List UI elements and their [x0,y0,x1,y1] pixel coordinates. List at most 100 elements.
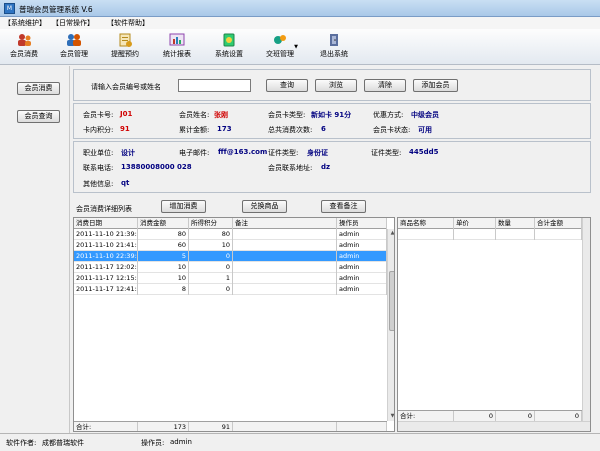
email-value: fff@163.com [218,148,268,156]
main-area: 请输入会员编号或姓名 查询 浏览 清除 添加会员 会员卡号: J01 会员姓名:… [70,66,592,433]
view-remark-button[interactable]: 查看备注 [321,200,366,213]
table-row[interactable]: 2011-11-17 12:02:35100 admin [74,262,387,273]
other-info-value: qt [121,179,130,187]
status-bar: 软件作者: 成都普瑞软件 操作员: admin [0,433,600,451]
table-cell [233,251,337,262]
chevron-down-icon: ▼ [294,44,298,50]
phone-value: 13880008000 028 [121,163,192,171]
toolbar: 会员消费 会员管理 提醒预约 统计报表 系统设置 交班管理 ▼ 退出系统 [0,29,600,65]
member-detail-panel: 职业单位: 设计 电子邮件: fff@163.com 证件类型: 身份证 证件类… [73,141,591,193]
menu-bar: 【系统维护】 【日常操作】 【软件帮助】 [0,17,600,29]
table-cell: 0 [189,284,233,295]
table-cell: admin [337,284,387,295]
operator-label: 操作员: [141,439,165,447]
table-cell: 2011-11-17 12:41:52 [76,284,138,295]
id-no-value: 445dd5 [409,148,439,156]
total-amount-sum: 173 [138,422,189,431]
consume-grid-footer: 合计: 173 91 [74,421,387,431]
toolbar-reminder-button[interactable]: 提醒预约 [101,32,149,64]
menu-daily[interactable]: 【日常操作】 [52,18,94,28]
sidebar: 会员消费 会员查询 [0,66,70,433]
table-cell: admin [337,273,387,284]
member-manage-icon [66,33,82,47]
search-panel: 请输入会员编号或姓名 查询 浏览 清除 添加会员 [73,69,591,101]
menu-help[interactable]: 【软件帮助】 [107,18,149,28]
card-type-value: 新如卡 91分 [311,111,352,119]
toolbar-settings-button[interactable]: 系统设置 [205,32,253,64]
exchange-goods-button[interactable]: 兑换商品 [242,200,287,213]
table-cell [233,284,337,295]
table-cell: 2011-11-10 21:41:36 [76,240,138,251]
consume-list-title: 会员消费详细列表 [76,205,132,213]
card-no-value: J01 [120,110,133,118]
toolbar-member-manage-button[interactable]: 会员管理 [50,32,98,64]
menu-system[interactable]: 【系统维护】 [4,18,46,28]
table-cell: 10 [189,240,233,251]
add-member-button[interactable]: 添加会员 [413,79,458,92]
consume-grid-scrollbar[interactable]: ▲ ▼ [387,229,394,421]
scroll-up-icon[interactable]: ▲ [388,229,394,238]
table-cell: admin [337,262,387,273]
sidebar-member-query-button[interactable]: 会员查询 [17,110,60,123]
table-cell: 8 [138,284,189,295]
author-value: 成都普瑞软件 [42,439,84,447]
address-value: dz [321,163,331,171]
table-cell [233,240,337,251]
report-icon [169,33,185,47]
add-consume-button[interactable]: 增加消费 [161,200,206,213]
table-cell: admin [337,240,387,251]
toolbar-member-consume-button[interactable]: 会员消费 [0,32,48,64]
goods-grid-scrollbar[interactable] [582,218,590,421]
table-cell: 2011-11-17 12:15:27 [76,273,138,284]
goods-grid: 商品名称 单价 数量 合计金额 合计: 0 0 0 [397,217,591,432]
exit-icon [326,33,342,47]
app-icon: M [4,3,15,14]
clear-button[interactable]: 清除 [364,79,406,92]
member-info-panel: 会员卡号: J01 会员姓名: 张刚 会员卡类型: 新如卡 91分 优惠方式: … [73,103,591,139]
table-row[interactable]: 2011-11-17 12:41:5280 admin [74,284,387,295]
table-cell: 80 [138,229,189,240]
operator-value: admin [170,438,192,446]
table-cell: 2011-11-10 21:39:51 [76,229,138,240]
query-button[interactable]: 查询 [266,79,308,92]
table-cell [233,262,337,273]
settings-icon [221,33,237,47]
table-cell: 1 [189,273,233,284]
table-cell: admin [337,229,387,240]
goods-grid-hscrollbar[interactable] [398,421,590,431]
consume-grid-header: 消费日期 消费金额 所得积分 备注 操作员 [74,218,387,229]
member-consume-icon [16,33,32,47]
author-label: 软件作者: [6,439,37,447]
table-row[interactable]: 2011-11-10 22:39:4950 admin [74,251,387,262]
table-row[interactable]: 2011-11-10 21:41:366010 admin [74,240,387,251]
browse-button[interactable]: 浏览 [315,79,357,92]
table-cell [233,229,337,240]
consume-grid: 消费日期 消费金额 所得积分 备注 操作员 2011-11-10 21:39:5… [73,217,395,432]
points-value: 91 [120,125,130,133]
table-cell: admin [337,251,387,262]
member-search-input[interactable] [178,79,251,92]
reminder-icon [117,33,133,47]
goods-grid-header: 商品名称 单价 数量 合计金额 [398,218,582,229]
goods-grid-footer: 合计: 0 0 0 [398,410,582,422]
table-cell: 10 [138,262,189,273]
table-cell: 0 [189,251,233,262]
table-row[interactable]: 2011-11-17 12:15:27101 admin [74,273,387,284]
total-amount-value: 173 [217,125,232,133]
toolbar-report-button[interactable]: 统计报表 [153,32,201,64]
scroll-down-icon[interactable]: ▼ [388,412,394,421]
sidebar-member-consume-button[interactable]: 会员消费 [17,82,60,95]
window-title: 普瑞会员管理系统 V.6 [19,5,93,14]
table-row[interactable]: 2011-11-10 21:39:518080admin [74,229,387,240]
table-cell: 2011-11-10 22:39:49 [76,251,138,262]
discount-value: 中级会员 [411,111,439,119]
consume-count-value: 6 [321,125,326,133]
table-cell: 80 [189,229,233,240]
title-bar: M 普瑞会员管理系统 V.6 [0,0,600,17]
shift-icon [272,33,288,47]
scroll-thumb[interactable] [389,271,394,331]
toolbar-exit-button[interactable]: 退出系统 [310,32,358,64]
toolbar-shift-button[interactable]: 交班管理 ▼ [256,32,304,64]
card-status-value: 可用 [418,126,432,134]
member-name-value: 张刚 [214,111,228,119]
